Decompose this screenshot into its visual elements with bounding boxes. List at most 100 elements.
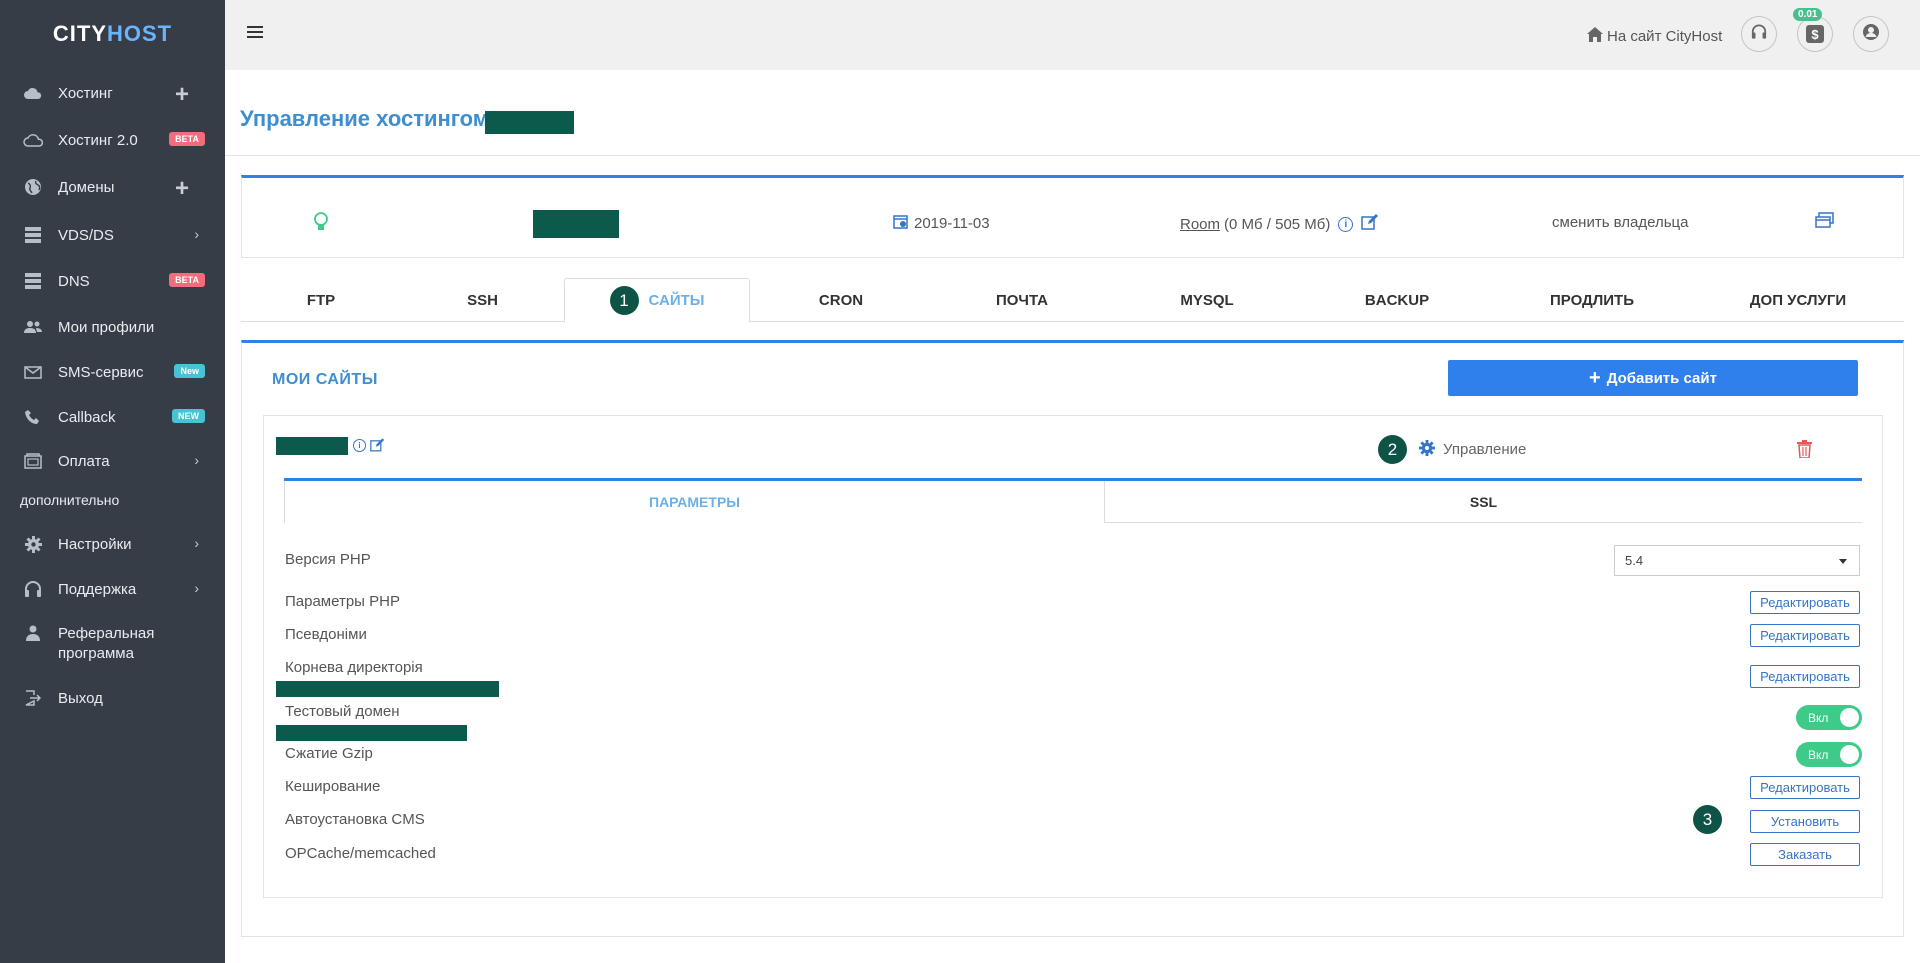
info-circle-icon[interactable]: i <box>1338 216 1354 232</box>
lightbulb-icon <box>314 212 328 236</box>
sidebar-item-hosting-2[interactable]: Хостинг 2.0 BETA <box>0 131 225 149</box>
tab-parameters[interactable]: ПАРАМЕТРЫ <box>284 481 1105 523</box>
cloud-outline-icon <box>22 131 44 149</box>
support-button[interactable] <box>1741 16 1777 52</box>
room-link[interactable]: Room <box>1180 216 1220 233</box>
tab-cron[interactable]: CRON <box>750 278 932 322</box>
plus-icon[interactable]: + <box>175 81 189 109</box>
chevron-right-icon: › <box>194 580 199 596</box>
tab-label: MYSQL <box>1180 291 1234 309</box>
plus-icon[interactable]: + <box>175 175 189 203</box>
sidebar-item-payment[interactable]: Оплата › <box>0 452 225 470</box>
toggle-knob <box>1840 745 1859 764</box>
redacted-block <box>276 437 348 455</box>
sidebar-item-referral[interactable]: Реферальная программа <box>0 624 225 664</box>
caching-label: Кеширование <box>285 778 381 795</box>
tab-label: ПРОДЛИТЬ <box>1550 291 1634 309</box>
trash-icon[interactable] <box>1797 440 1812 462</box>
brand-logo-city: CITY <box>52 21 107 46</box>
users-icon <box>22 318 44 336</box>
root-directory-label: Корнева директорія <box>285 659 423 676</box>
change-owner-link[interactable]: сменить владельца <box>1552 214 1689 231</box>
balance-amount: 0.01 <box>1793 8 1823 21</box>
server-icon <box>22 226 44 244</box>
test-domain-toggle[interactable]: Вкл <box>1796 705 1862 730</box>
caching-edit-button[interactable]: Редактировать <box>1750 776 1860 799</box>
edit-icon[interactable] <box>1361 214 1379 234</box>
sidebar-item-label: Реферальная программа <box>58 625 155 662</box>
sidebar-item-domains[interactable]: Домены + <box>0 175 225 202</box>
balance-button[interactable]: $ <box>1797 16 1833 52</box>
brand-logo[interactable]: CITY HOST <box>0 0 225 68</box>
cityhost-site-link[interactable]: На сайт CityHost <box>1587 27 1722 46</box>
cloud-icon <box>22 84 44 102</box>
redacted-block <box>533 210 619 238</box>
sidebar-section-label: дополнительно <box>20 492 120 508</box>
redacted-block <box>276 681 499 697</box>
sidebar-item-label: Поддержка <box>58 580 137 598</box>
gear-icon <box>22 535 44 553</box>
add-site-button[interactable]: + Добавить сайт <box>1448 360 1858 396</box>
manage-site[interactable]: 2 Управление <box>1378 435 1526 464</box>
manage-label: Управление <box>1443 441 1527 458</box>
sidebar-item-sms[interactable]: SMS-сервис New <box>0 363 225 381</box>
sidebar-item-label: Домены <box>58 178 115 196</box>
gzip-toggle[interactable]: Вкл <box>1796 742 1862 767</box>
php-params-edit-button[interactable]: Редактировать <box>1750 591 1860 614</box>
tab-ftp[interactable]: FTP <box>241 278 401 322</box>
headset-icon <box>1751 24 1767 44</box>
hamburger-menu-icon[interactable] <box>247 26 263 40</box>
divider <box>225 155 1920 156</box>
topbar: На сайт CityHost $ 0.01 <box>225 0 1920 70</box>
sidebar-item-settings[interactable]: Настройки › <box>0 535 225 553</box>
tab-backup[interactable]: BACKUP <box>1302 278 1492 322</box>
account-button[interactable] <box>1853 16 1889 52</box>
tab-extra-services[interactable]: ДОП УСЛУГИ <box>1692 278 1904 322</box>
sidebar-item-profiles[interactable]: Мои профили <box>0 318 225 336</box>
new-badge: New <box>174 364 205 378</box>
sidebar-item-callback[interactable]: Callback NEW <box>0 408 225 426</box>
tab-label: FTP <box>306 291 336 309</box>
sidebar-item-logout[interactable]: Выход <box>0 689 225 707</box>
tab-ssl[interactable]: SSL <box>1105 481 1862 523</box>
step-number-badge: 2 <box>1378 435 1407 464</box>
aliases-edit-button[interactable]: Редактировать <box>1750 624 1860 647</box>
tab-label: ПОЧТА <box>995 291 1049 309</box>
cms-install-button[interactable]: Установить <box>1750 810 1860 833</box>
sidebar-item-label: Callback <box>58 408 116 426</box>
root-directory-edit-button[interactable]: Редактировать <box>1750 665 1860 688</box>
aliases-label: Псевдоніми <box>285 626 367 643</box>
tab-mail[interactable]: ПОЧТА <box>932 278 1112 322</box>
home-icon <box>1587 27 1603 46</box>
sidebar-item-hosting[interactable]: Хостинг + <box>0 81 225 108</box>
tab-renew[interactable]: ПРОДЛИТЬ <box>1492 278 1692 322</box>
sidebar-item-dns[interactable]: DNS BETA <box>0 272 225 290</box>
site-subtabs: ПАРАМЕТРЫ SSL <box>284 478 1862 523</box>
windows-icon[interactable] <box>1815 212 1834 232</box>
php-version-select[interactable]: 5.4 <box>1614 545 1860 576</box>
created-date-value: 2019-11-03 <box>914 215 990 232</box>
sidebar-item-label: Хостинг 2.0 <box>58 131 138 149</box>
opcache-order-button[interactable]: Заказать <box>1750 843 1860 866</box>
tab-ssh[interactable]: SSH <box>401 278 564 322</box>
sidebar-item-support[interactable]: Поддержка › <box>0 580 225 598</box>
tab-sites[interactable]: 1 САЙТЫ <box>564 278 750 323</box>
tab-mysql[interactable]: MYSQL <box>1112 278 1302 322</box>
plus-icon: + <box>1589 367 1601 389</box>
info-circle-icon[interactable]: i <box>353 439 366 452</box>
test-domain-label: Тестовый домен <box>285 703 400 720</box>
globe-icon <box>22 178 44 196</box>
toggle-label: Вкл <box>1808 747 1829 762</box>
tab-label: ДОП УСЛУГИ <box>1749 291 1847 309</box>
step-number-badge: 1 <box>609 286 639 315</box>
chevron-right-icon: › <box>194 535 199 551</box>
sidebar: CITY HOST Хостинг + Хостинг 2.0 BETA Доме… <box>0 0 225 963</box>
opcache-label: OPCache/memcached <box>285 845 436 862</box>
sidebar-item-vds[interactable]: VDS/DS › <box>0 226 225 244</box>
edit-icon[interactable] <box>370 438 385 456</box>
php-version-label: Версия PHP <box>285 551 371 568</box>
sidebar-item-label: Оплата <box>58 452 110 470</box>
hosting-tabs: FTP SSH 1 САЙТЫ CRON ПОЧТА MYSQL BACKUP … <box>241 278 1904 323</box>
page-title: Управление хостингом <box>240 106 490 131</box>
room-usage: (0 Мб / 505 Мб) <box>1224 215 1331 233</box>
